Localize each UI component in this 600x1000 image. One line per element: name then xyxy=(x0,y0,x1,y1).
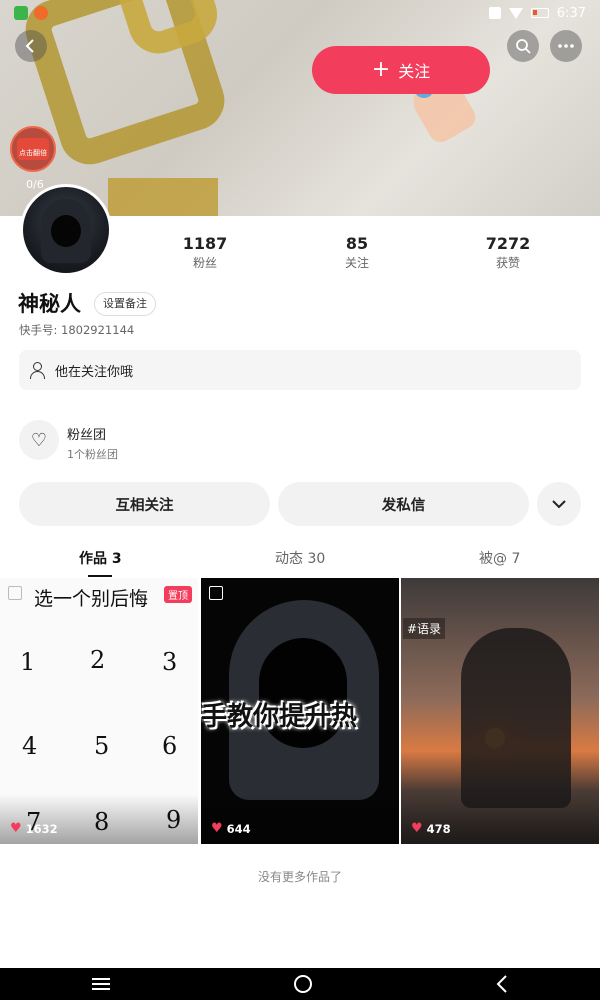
back-button[interactable] xyxy=(15,30,47,62)
image-icon xyxy=(209,586,223,600)
mutual-follow-button[interactable]: 互相关注 xyxy=(19,482,270,526)
tab-mentions[interactable]: 被@ 7 xyxy=(479,548,520,568)
like-count: ♥ 644 xyxy=(211,821,251,836)
grid-number: 6 xyxy=(162,732,178,760)
follow-label: 关注 xyxy=(398,62,431,81)
grid-number: 2 xyxy=(90,646,106,674)
grid-number: 4 xyxy=(22,732,38,760)
more-dots-icon xyxy=(558,44,574,48)
red-packet-badge[interactable]: 点击翻倍 xyxy=(10,126,56,172)
status-bar: 6:37 xyxy=(0,0,600,26)
work-title: 选一个别后悔 xyxy=(34,588,149,610)
stat-fans[interactable]: 1187 粉丝 xyxy=(160,234,250,271)
work-tile[interactable]: 选一个别后悔 置顶 1 2 3 4 5 6 7 8 9 ♥ 1632 xyxy=(0,578,198,844)
like-value: 644 xyxy=(226,821,251,836)
follows-you-text: 他在关注你哦 xyxy=(55,364,134,380)
stat-value: 1187 xyxy=(182,234,228,253)
profile-cover: 6:37 + 关注 点击翻倍 0/6 xyxy=(0,0,600,216)
like-count: ♥ 1632 xyxy=(10,821,58,836)
search-button[interactable] xyxy=(507,30,539,62)
stat-likes[interactable]: 7272 获赞 xyxy=(463,234,553,271)
heart-icon: ♥ xyxy=(211,821,223,836)
stat-following[interactable]: 85 关注 xyxy=(312,234,402,271)
person-silhouette xyxy=(461,628,571,808)
follows-you-banner: 他在关注你哦 xyxy=(19,350,581,390)
badge-count: 0/6 xyxy=(26,178,44,191)
wifi-icon xyxy=(508,7,523,19)
chevron-down-icon xyxy=(552,500,566,509)
private-message-button[interactable]: 发私信 xyxy=(278,482,529,526)
follow-button[interactable]: + 关注 xyxy=(312,46,490,94)
no-more-works: 没有更多作品了 xyxy=(257,870,342,884)
work-caption: 手教你提升热 xyxy=(201,702,358,732)
more-button[interactable] xyxy=(550,30,582,62)
cover-decoration xyxy=(108,178,218,216)
fan-club-count: 1个粉丝团 xyxy=(67,448,118,461)
kuaishou-id: 快手号: 1802921144 xyxy=(19,323,135,337)
pinned-badge: 置顶 xyxy=(164,586,192,603)
work-tile[interactable]: #语录 ♥ 478 xyxy=(401,578,599,844)
alert-notification-icon xyxy=(34,6,48,20)
like-value: 1632 xyxy=(25,821,58,836)
home-circle-icon[interactable] xyxy=(293,974,313,994)
tile-shade xyxy=(201,794,399,844)
stat-value: 7272 xyxy=(485,234,531,253)
person-icon xyxy=(29,361,47,379)
back-arrow-icon xyxy=(25,39,34,53)
tile-shade xyxy=(0,794,198,844)
stat-label: 粉丝 xyxy=(192,256,217,270)
stat-value: 85 xyxy=(345,234,369,253)
stat-label: 获赞 xyxy=(495,256,520,270)
work-tag: #语录 xyxy=(403,618,446,639)
grid-number: 3 xyxy=(162,648,178,676)
status-time: 6:37 xyxy=(556,5,586,21)
image-icon xyxy=(8,586,22,600)
like-value: 478 xyxy=(426,821,451,836)
menu-icon[interactable] xyxy=(91,977,110,991)
heart-icon: ♥ xyxy=(411,821,423,836)
stat-label: 关注 xyxy=(344,256,369,270)
fan-club-icon[interactable]: ♡ xyxy=(19,420,59,460)
tab-moments[interactable]: 动态 30 xyxy=(275,548,325,568)
sim-icon xyxy=(488,7,501,19)
avatar[interactable] xyxy=(20,184,112,276)
plus-icon: + xyxy=(371,57,391,82)
set-remark-button[interactable]: 设置备注 xyxy=(94,292,156,316)
work-tile[interactable]: 手教你提升热 ♥ 644 xyxy=(201,578,399,844)
tile-shade xyxy=(401,794,599,844)
expand-button[interactable] xyxy=(537,482,581,526)
profile-name: 神秘人 xyxy=(18,292,81,316)
grid-number: 5 xyxy=(94,732,110,760)
heart-icon: ♥ xyxy=(10,821,22,836)
search-icon xyxy=(516,39,531,54)
red-packet-icon: 点击翻倍 xyxy=(17,138,49,160)
status-right: 6:37 xyxy=(488,5,586,21)
avatar-face xyxy=(51,215,81,247)
system-nav-bar xyxy=(0,968,600,1000)
tab-works[interactable]: 作品 3 xyxy=(79,548,122,568)
app-notification-icon xyxy=(14,6,28,20)
battery-icon xyxy=(530,8,549,18)
nav-back-icon[interactable] xyxy=(496,975,508,993)
tab-indicator xyxy=(88,575,112,577)
fan-club-title[interactable]: 粉丝团 xyxy=(67,424,106,443)
like-count: ♥ 478 xyxy=(411,821,451,836)
red-packet-text: 点击翻倍 xyxy=(19,149,47,157)
grid-number: 1 xyxy=(20,648,36,676)
